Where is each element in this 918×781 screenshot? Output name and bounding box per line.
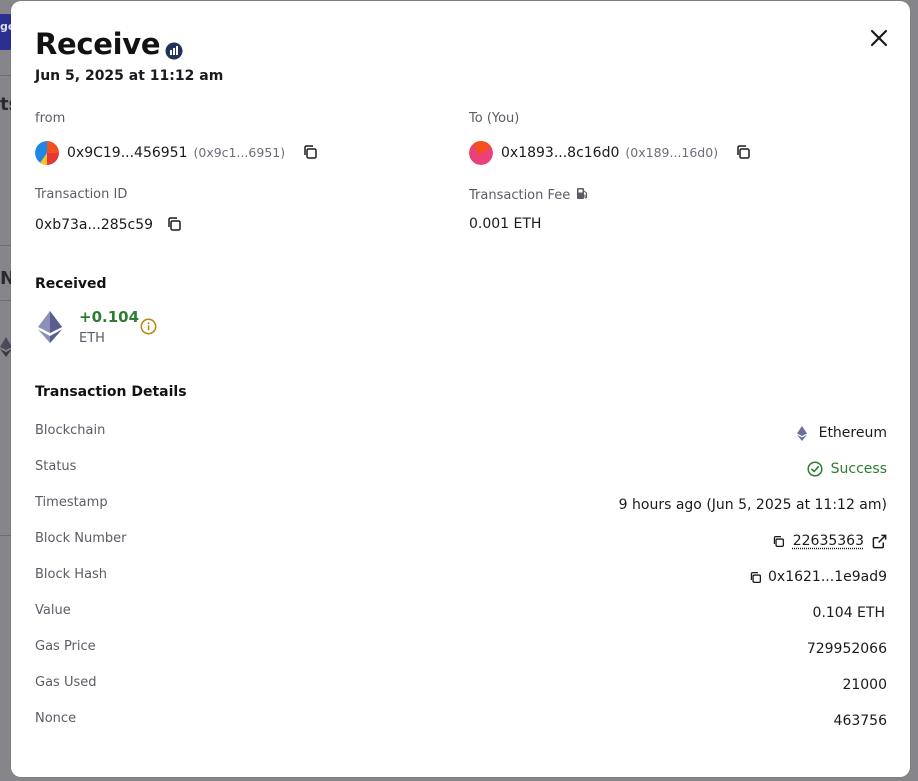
check-circle-icon <box>807 461 823 477</box>
detail-label: Blockchain <box>35 423 106 438</box>
detail-row-value: Value 0.104 ETH <box>35 603 887 627</box>
received-asset: ETH <box>79 331 105 346</box>
detail-value: Ethereum <box>818 425 887 441</box>
transaction-fee-label-row: Transaction Fee <box>469 187 588 203</box>
detail-row-blockchain: Blockchain Ethereum <box>35 423 887 447</box>
explorer-badge-icon[interactable] <box>165 42 183 60</box>
detail-label: Block Number <box>35 531 127 546</box>
detail-value: 21000 <box>842 677 887 693</box>
from-address-row: 0x9C19...456951 (0x9c1...6951) <box>67 144 318 161</box>
copy-icon[interactable] <box>749 571 762 584</box>
transaction-details-title: Transaction Details <box>35 384 187 400</box>
detail-label: Gas Used <box>35 675 97 690</box>
from-label: from <box>35 111 66 126</box>
to-address-short: (0x189...16d0) <box>625 145 719 160</box>
transaction-id-value[interactable]: 0xb73a...285c59 <box>35 217 153 233</box>
transaction-fee-value: 0.001 ETH <box>469 216 542 232</box>
external-link-icon[interactable] <box>872 534 887 549</box>
detail-row-gas-price: Gas Price 729952066 <box>35 639 887 663</box>
detail-label: Block Hash <box>35 567 108 582</box>
detail-label: Nonce <box>35 711 77 726</box>
transaction-fee-label: Transaction Fee <box>469 188 571 203</box>
ethereum-icon <box>796 425 807 441</box>
detail-row-status: Status Success <box>35 459 887 483</box>
detail-row-nonce: Nonce 463756 <box>35 711 887 735</box>
transaction-id-label: Transaction ID <box>35 187 128 202</box>
detail-value: 0.104 ETH <box>812 605 885 621</box>
detail-row-gas-used: Gas Used 21000 <box>35 675 887 699</box>
detail-value[interactable]: 0x1621...1e9ad9 <box>768 569 887 585</box>
transaction-date: Jun 5, 2025 at 11:12 am <box>35 68 224 84</box>
ethereum-icon <box>38 311 62 343</box>
modal-title: Receive <box>35 27 161 61</box>
to-address[interactable]: 0x1893...8c16d0 <box>501 145 619 161</box>
block-number-link[interactable]: 22635363 <box>793 533 864 549</box>
copy-icon[interactable] <box>166 216 182 232</box>
detail-row-block-number: Block Number 22635363 <box>35 531 887 555</box>
detail-label: Timestamp <box>35 495 108 510</box>
from-address-short: (0x9c1...6951) <box>193 145 286 160</box>
detail-value: 9 hours ago (Jun 5, 2025 at 11:12 am) <box>618 497 887 513</box>
from-avatar <box>35 141 59 165</box>
to-avatar <box>469 141 493 165</box>
detail-value: 729952066 <box>806 641 887 657</box>
info-icon[interactable] <box>140 318 157 335</box>
status-badge: Success <box>830 461 887 477</box>
received-amount: +0.104 <box>79 308 140 326</box>
copy-icon[interactable] <box>735 144 751 160</box>
copy-icon[interactable] <box>772 535 785 548</box>
detail-row-block-hash: Block Hash 0x1621...1e9ad9 <box>35 567 887 591</box>
gas-pump-icon <box>577 188 588 199</box>
to-label: To (You) <box>469 111 520 126</box>
detail-label: Value <box>35 603 71 618</box>
to-address-row: 0x1893...8c16d0 (0x189...16d0) <box>501 144 751 161</box>
transaction-detail-modal: Receive Jun 5, 2025 at 11:12 am from 0x9… <box>11 1 910 777</box>
from-address[interactable]: 0x9C19...456951 <box>67 145 187 161</box>
detail-label: Gas Price <box>35 639 96 654</box>
detail-row-timestamp: Timestamp 9 hours ago (Jun 5, 2025 at 11… <box>35 495 887 519</box>
copy-icon[interactable] <box>302 144 318 160</box>
detail-value: 463756 <box>833 713 887 729</box>
transaction-id-row: 0xb73a...285c59 <box>35 216 182 233</box>
detail-label: Status <box>35 459 77 474</box>
received-title: Received <box>35 276 107 292</box>
close-icon[interactable] <box>866 25 892 51</box>
